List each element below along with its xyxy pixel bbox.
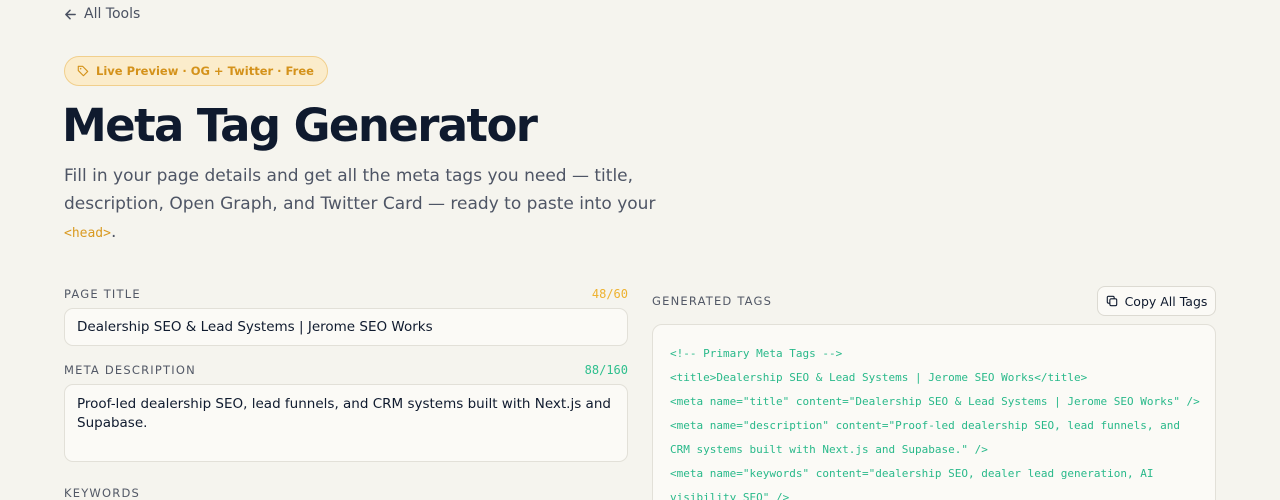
code-line: <title>Dealership SEO & Lead Systems | J… [670, 371, 1088, 384]
copy-button-label: Copy All Tags [1124, 293, 1208, 309]
code-line: visibility SEO" /> [670, 491, 790, 500]
arrow-left-icon [65, 9, 76, 19]
meta-description-counter: 88/160 [584, 363, 628, 377]
back-link-label: All Tools [84, 6, 141, 22]
lead-text: Fill in your page details and get all th… [64, 166, 656, 214]
code-line: <meta name="title" content="Dealership S… [670, 395, 1200, 408]
lead-end: . [110, 222, 117, 242]
copy-icon [1106, 295, 1117, 307]
back-to-all-tools-link[interactable]: All Tools [64, 6, 140, 22]
page-title: Meta Tag Generator [62, 99, 538, 152]
code-line: <!-- Primary Meta Tags --> [670, 347, 843, 360]
generated-tags-label: GENERATED TAGS [652, 294, 773, 308]
copy-all-tags-button[interactable]: Copy All Tags [1097, 286, 1216, 316]
head-code-snippet: <head> [64, 226, 111, 241]
code-line: CRM systems built with Next.js and Supab… [670, 443, 988, 456]
keywords-label: KEYWORDS [64, 486, 141, 500]
page-title-counter: 48/60 [591, 287, 628, 301]
page-description: Fill in your page details and get all th… [64, 162, 664, 248]
feature-badge: Live Preview · OG + Twitter · Free [64, 56, 328, 86]
code-line: <meta name="description" content="Proof-… [670, 419, 1180, 432]
badge-label: Live Preview · OG + Twitter · Free [96, 64, 314, 78]
page-title-label: PAGE TITLE [64, 287, 141, 301]
code-line: <meta name="keywords" content="dealershi… [670, 467, 1154, 480]
tag-icon [77, 65, 89, 77]
meta-description-label: META DESCRIPTION [64, 363, 196, 377]
meta-description-textarea[interactable]: Proof-led dealership SEO, lead funnels, … [64, 384, 628, 462]
page-title-input[interactable]: Dealership SEO & Lead Systems | Jerome S… [64, 308, 628, 346]
generated-tags-code-block[interactable]: <!-- Primary Meta Tags --> <title>Dealer… [652, 324, 1216, 500]
